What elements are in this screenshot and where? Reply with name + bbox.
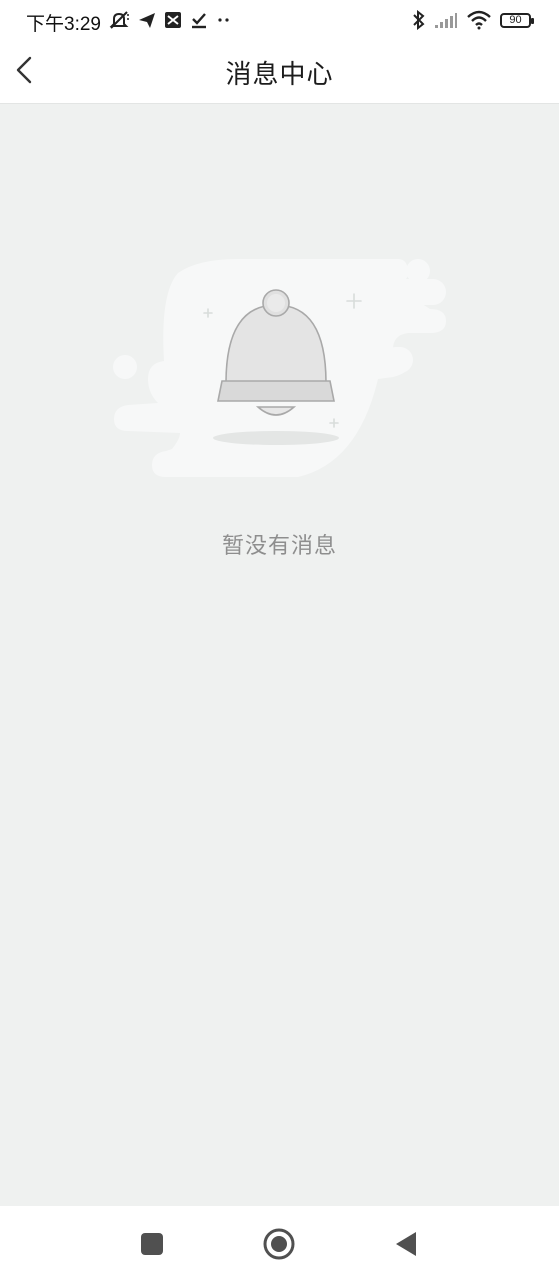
system-nav-bar [0, 1206, 559, 1280]
download-check-icon [192, 13, 206, 29]
home-button[interactable] [259, 1224, 299, 1264]
bluetooth-icon [413, 10, 425, 30]
status-time: 下午3:29 [26, 14, 101, 35]
battery-icon: 90 [500, 12, 534, 28]
bell-icon [113, 259, 446, 477]
send-icon [139, 13, 155, 28]
battery-level: 90 [509, 13, 522, 26]
app-icon [165, 12, 181, 28]
status-bar: 下午3:29 90 [0, 0, 559, 40]
recent-apps-icon [141, 1233, 163, 1255]
page-title: 消息中心 [225, 60, 334, 90]
empty-message: 暂没有消息 [221, 534, 337, 559]
more-dots-icon [218, 18, 229, 22]
mute-bell-icon [109, 11, 129, 29]
status-left-icons [108, 10, 232, 30]
status-right-icons: 90 [412, 9, 534, 31]
signal-icon [435, 13, 457, 28]
wifi-icon [467, 10, 491, 30]
home-icon [263, 1228, 295, 1260]
back-nav-button[interactable] [386, 1224, 426, 1264]
back-triangle-icon [396, 1232, 416, 1256]
recent-apps-button[interactable] [132, 1224, 172, 1264]
header: 消息中心 [0, 40, 559, 104]
